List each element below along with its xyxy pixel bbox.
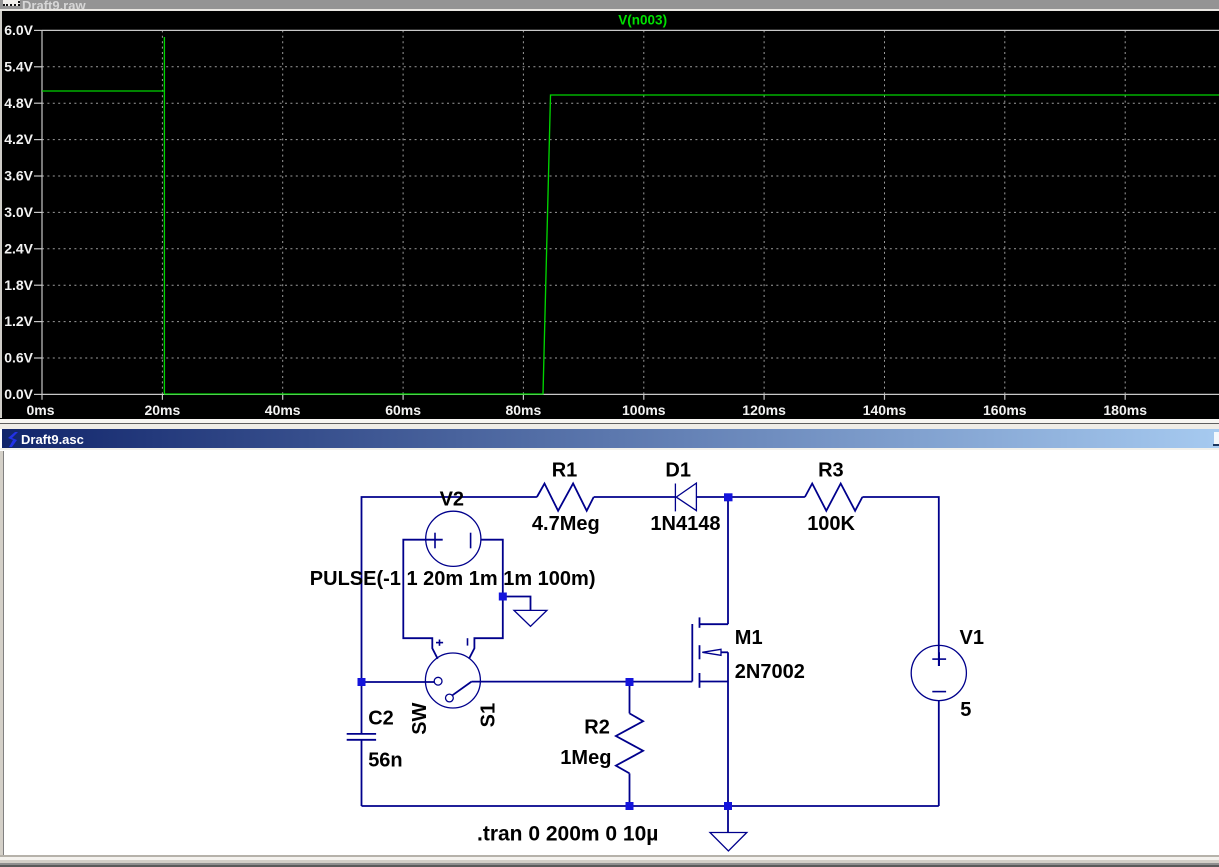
- svg-text:D1: D1: [665, 459, 691, 481]
- svg-text:180ms: 180ms: [1103, 402, 1147, 418]
- svg-text:PULSE(-1 1 20m 1m 1m 100m): PULSE(-1 1 20m 1m 1m 100m): [310, 568, 596, 590]
- svg-text:140ms: 140ms: [863, 402, 907, 418]
- svg-text:3.0V: 3.0V: [4, 204, 33, 220]
- svg-text:4.2V: 4.2V: [4, 131, 33, 147]
- svg-text:SW: SW: [409, 702, 431, 734]
- svg-text:3.6V: 3.6V: [4, 168, 33, 184]
- svg-text:1N4148: 1N4148: [650, 513, 720, 535]
- svg-text:R1: R1: [552, 459, 578, 481]
- svg-text:1.2V: 1.2V: [4, 313, 33, 329]
- svg-text:80ms: 80ms: [505, 402, 541, 418]
- svg-text:R2: R2: [584, 716, 610, 738]
- svg-text:C2: C2: [368, 707, 394, 729]
- svg-text:M1: M1: [735, 627, 763, 649]
- svg-text:4.7Meg: 4.7Meg: [532, 513, 600, 535]
- svg-text:20ms: 20ms: [144, 402, 180, 418]
- svg-text:V(n003): V(n003): [618, 13, 667, 28]
- svg-text:2.4V: 2.4V: [4, 240, 33, 256]
- svg-text:4.8V: 4.8V: [4, 95, 33, 111]
- svg-text:5: 5: [960, 699, 971, 721]
- svg-text:0ms: 0ms: [26, 402, 54, 418]
- svg-text:5.4V: 5.4V: [4, 58, 33, 74]
- svg-text:0.6V: 0.6V: [4, 350, 33, 366]
- svg-text:S1: S1: [478, 703, 500, 727]
- svg-text:160ms: 160ms: [983, 402, 1027, 418]
- svg-text:120ms: 120ms: [742, 402, 786, 418]
- svg-text:100K: 100K: [807, 513, 855, 535]
- svg-text:R3: R3: [818, 459, 844, 481]
- svg-text:2N7002: 2N7002: [735, 661, 805, 683]
- svg-text:V2: V2: [440, 489, 464, 511]
- svg-text:1.8V: 1.8V: [4, 277, 33, 293]
- svg-text:40ms: 40ms: [265, 402, 301, 418]
- svg-text:1Meg: 1Meg: [560, 747, 611, 769]
- svg-text:6.0V: 6.0V: [4, 22, 33, 38]
- svg-text:.tran 0 200m 0 10µ: .tran 0 200m 0 10µ: [477, 823, 658, 846]
- svg-text:100ms: 100ms: [622, 402, 666, 418]
- svg-text:0.0V: 0.0V: [4, 386, 33, 402]
- svg-text:V1: V1: [960, 627, 984, 649]
- svg-text:60ms: 60ms: [385, 402, 421, 418]
- svg-text:56n: 56n: [368, 750, 402, 772]
